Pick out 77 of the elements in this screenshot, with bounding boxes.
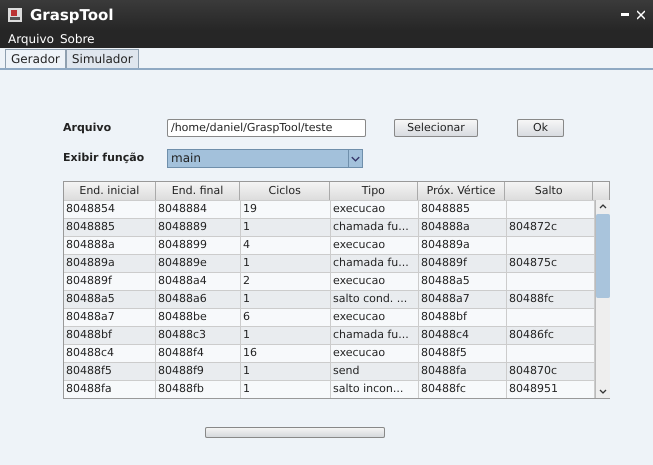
table-cell-text: 8048884 — [158, 201, 207, 218]
table-cell-text: 804889a — [421, 237, 470, 254]
tab[interactable]: Gerador — [5, 49, 66, 68]
table-cell-text: 804872c — [509, 219, 558, 236]
table-cell-text: salto incon... — [333, 381, 404, 398]
ok-button[interactable]: Ok — [517, 119, 564, 137]
select-button[interactable]: Selecionar — [394, 119, 478, 137]
window-title: GraspTool — [30, 4, 114, 26]
table-cell-text: 1 — [243, 219, 250, 236]
table-cell-text: 80488c4 — [421, 327, 470, 344]
table-cell-text: 80488fc — [421, 381, 466, 398]
table-cell-text: execucao — [333, 201, 386, 218]
table-cell-text: 804889e — [158, 255, 207, 272]
table-cell-text: 804889f — [421, 255, 467, 272]
table-cell-text: 80488bf — [421, 309, 467, 326]
table-cell-text: execucao — [333, 345, 386, 362]
table-cell-text: 80488a6 — [158, 291, 207, 308]
table-cell-text: salto cond. ... — [333, 291, 408, 308]
table-cell-text: 804889f — [66, 273, 112, 290]
table-cell-text: 8048885 — [66, 219, 115, 236]
table-cell-text: 80488f5 — [66, 363, 112, 380]
table-cell-text: 1 — [243, 291, 250, 308]
table-cell-text: 8048951 — [509, 381, 558, 398]
table-cell-text: 19 — [243, 201, 257, 218]
table-cell-text: 80488f9 — [158, 363, 204, 380]
table-cell-text: 80486fc — [509, 327, 554, 344]
close-icon[interactable] — [637, 10, 645, 20]
table-cell-text: 8048889 — [158, 219, 207, 236]
file-path-field[interactable]: /home/daniel/GraspTool/teste — [167, 119, 366, 137]
menu-item[interactable]: Arquivo — [8, 30, 54, 48]
table-cell-text: 80488fc — [509, 291, 554, 308]
table-cell-text: 80488fb — [158, 381, 204, 398]
tab[interactable]: Simulador — [66, 49, 139, 68]
table-cell-text: chamada fu... — [333, 327, 409, 344]
table-cell-text: execucao — [333, 309, 386, 326]
table-cell-text: send — [333, 363, 360, 380]
table-cell-text: 80488a4 — [158, 273, 207, 290]
table-cell-text: execucao — [333, 237, 386, 254]
table-cell-text: 4 — [243, 237, 250, 254]
table-cell-text: 2 — [243, 273, 250, 290]
app-icon — [8, 8, 22, 22]
table-cell-text: 8048885 — [421, 201, 470, 218]
field-label: Arquivo — [63, 120, 112, 136]
table-cell-text: 16 — [243, 345, 257, 362]
function-dropdown[interactable]: main — [167, 148, 363, 168]
table-cell-text: 80488fa — [66, 381, 112, 398]
table-cell-text: 1 — [243, 381, 250, 398]
table-cell-text: 1 — [243, 363, 250, 380]
table-cell-text: 80488f5 — [421, 345, 467, 362]
table-cell-text: 804889a — [66, 255, 115, 272]
table-cell-text: 804875c — [509, 255, 558, 272]
table-cell-text: 1 — [243, 255, 250, 272]
table-cell-text: 80488f4 — [158, 345, 204, 362]
minimize-icon[interactable] — [621, 13, 629, 17]
table-cell-text: 80488a7 — [421, 291, 470, 308]
chevron-down-icon — [348, 150, 362, 166]
table-cell-text: 80488bf — [66, 327, 112, 344]
table-cell-text: 804870c — [509, 363, 558, 380]
table-cell-text: chamada fu... — [333, 255, 409, 272]
table-cell-text: 80488fa — [421, 363, 467, 380]
field-label: Exibir função — [63, 150, 146, 166]
scrollbar[interactable] — [595, 200, 610, 398]
table-cell-text: 6 — [243, 309, 250, 326]
table-cell-text: chamada fu... — [333, 219, 409, 236]
table-cell-text: 80488c3 — [158, 327, 206, 344]
table-cell-text: 804888a — [421, 219, 470, 236]
table-cell-text: 8048899 — [158, 237, 207, 254]
table-cell-text: 80488c4 — [66, 345, 114, 362]
table-cell-text: 80488a5 — [421, 273, 470, 290]
menu-item[interactable]: Sobre — [60, 30, 95, 48]
table-cell-text: 80488be — [158, 309, 207, 326]
table-cell-text: 8048854 — [66, 201, 115, 218]
table-cell-text: 80488a5 — [66, 291, 115, 308]
table-cell-text: 804888a — [66, 237, 115, 254]
table-cell-text: 80488a7 — [66, 309, 115, 326]
table-cell-text: execucao — [333, 273, 386, 290]
table-cell-text: 1 — [243, 327, 250, 344]
